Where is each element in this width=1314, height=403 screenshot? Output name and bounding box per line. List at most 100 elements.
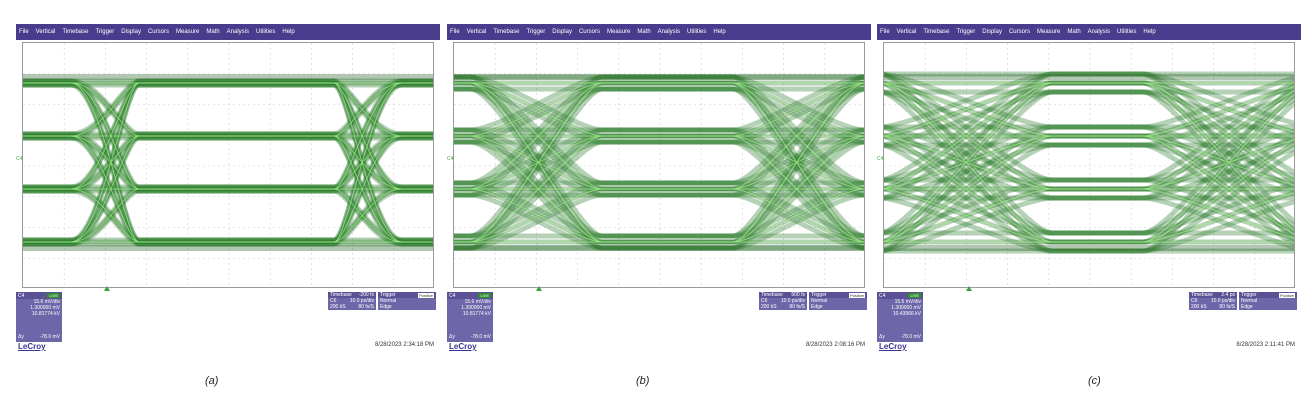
menu-item-help[interactable]: Help	[713, 29, 725, 35]
channel-axis-label: C4	[16, 156, 23, 162]
menu-item-file[interactable]: File	[19, 29, 29, 35]
sample-rate: 80 fs/S	[789, 304, 805, 310]
eye-traces	[454, 74, 864, 251]
eye-diagram	[884, 43, 1294, 287]
menu-item-vertical[interactable]: Vertical	[36, 29, 56, 35]
delta-y-label: Δy	[18, 334, 24, 340]
timebase-box[interactable]: Timebase 2.4 ps C6 10.0 ps/div 200 kS 80 fs/S	[1189, 292, 1237, 310]
menu-item-utilities[interactable]: Utilities	[1117, 29, 1136, 35]
delta-y-label: Δy	[879, 334, 885, 340]
menu-item-timebase[interactable]: Timebase	[493, 29, 519, 35]
sample-rate: 80 fs/S	[1219, 304, 1235, 310]
menu-bar: File Vertical Timebase Trigger Display Cursor…	[447, 24, 871, 40]
delta-y-label: Δy	[449, 334, 455, 340]
menu-item-measure[interactable]: Measure	[176, 29, 199, 35]
trigger-box[interactable]: Trigger Positive Normal Edge	[378, 292, 436, 310]
trigger-type: Edge	[1241, 304, 1253, 310]
menu-item-help[interactable]: Help	[1143, 29, 1155, 35]
delta-y-readout: Δy -78.0 mV	[449, 334, 491, 340]
trigger-slope-badge: Positive	[848, 292, 865, 298]
channel-info-box[interactable]: C4 LIVE 15.6 mV/div 1.300000 mV 10.81774 kV Δ…	[16, 292, 62, 342]
channel-value: 10.81774 kV	[462, 311, 491, 317]
menu-item-file[interactable]: File	[880, 29, 890, 35]
scope-screen-2: File Vertical Timebase Trigger Display Cursor…	[447, 24, 871, 354]
noise-band-bottom	[23, 245, 433, 251]
channel-value: 10.81774 kV	[31, 311, 60, 317]
menu-item-timebase[interactable]: Timebase	[923, 29, 949, 35]
menu-item-display[interactable]: Display	[982, 29, 1002, 35]
menu-item-cursors[interactable]: Cursors	[148, 29, 169, 35]
sample-count: 200 kS	[761, 304, 777, 310]
eye-traces	[23, 78, 433, 247]
noise-band-top	[23, 74, 433, 80]
waveform-display[interactable]	[453, 42, 865, 288]
trigger-box[interactable]: Trigger Positive Normal Edge	[1239, 292, 1297, 310]
sample-count: 200 kS	[1191, 304, 1207, 310]
channel-value: 10.43966 kV	[892, 311, 921, 317]
menu-item-cursors[interactable]: Cursors	[579, 29, 600, 35]
delta-y-readout: Δy -78.0 mV	[879, 334, 921, 340]
timestamp: 8/28/2023 2:34:18 PM	[374, 342, 434, 348]
timebase-box[interactable]: Timebase 500 fs C6 10.0 ps/div 200 kS 80 fs/S	[759, 292, 807, 310]
trigger-slope-badge: Positive	[1278, 292, 1295, 298]
figure-caption: (c)	[1088, 375, 1101, 387]
trigger-type: Edge	[811, 304, 823, 310]
channel-name: C4	[18, 292, 25, 299]
menu-item-math[interactable]: Math	[206, 29, 219, 35]
waveform-display[interactable]	[883, 42, 1295, 288]
menu-item-trigger[interactable]: Trigger	[956, 29, 975, 35]
menu-item-timebase[interactable]: Timebase	[62, 29, 88, 35]
menu-item-help[interactable]: Help	[282, 29, 294, 35]
trigger-position-marker[interactable]	[104, 286, 110, 291]
channel-name: C4	[449, 292, 456, 299]
menu-item-trigger[interactable]: Trigger	[95, 29, 114, 35]
channel-status-badge: LIVE	[908, 293, 921, 298]
menu-bar: File Vertical Timebase Trigger Display Cursor…	[877, 24, 1301, 40]
sample-count: 200 kS	[330, 304, 346, 310]
timestamp: 8/28/2023 2:11:41 PM	[1236, 342, 1295, 348]
waveform-display[interactable]	[22, 42, 434, 288]
menu-item-display[interactable]: Display	[121, 29, 141, 35]
trigger-type: Edge	[380, 304, 392, 310]
menu-item-measure[interactable]: Measure	[607, 29, 630, 35]
lecroy-logo: LeCroy	[879, 342, 907, 351]
channel-info-box[interactable]: C4 LIVE 15.6 mV/div 1.300000 mV 10.81774 kV Δ…	[447, 292, 493, 342]
menu-item-utilities[interactable]: Utilities	[687, 29, 706, 35]
delta-y-value: -78.0 mV	[900, 334, 921, 340]
menu-item-vertical[interactable]: Vertical	[897, 29, 917, 35]
trigger-box[interactable]: Trigger Positive Normal Edge	[809, 292, 867, 310]
menu-item-analysis[interactable]: Analysis	[1088, 29, 1110, 35]
sample-rate: 80 fs/S	[358, 304, 374, 310]
channel-status-badge: LIVE	[478, 293, 491, 298]
lecroy-logo: LeCroy	[18, 342, 46, 351]
eye-traces	[884, 71, 1294, 254]
menu-item-display[interactable]: Display	[552, 29, 572, 35]
noise-band-top	[454, 74, 864, 80]
menu-item-math[interactable]: Math	[1067, 29, 1080, 35]
trigger-position-marker[interactable]	[536, 286, 542, 291]
eye-diagram	[23, 43, 433, 287]
menu-item-measure[interactable]: Measure	[1037, 29, 1060, 35]
timebase-box[interactable]: Timebase -200 fs C6 10.0 ps/div 200 kS 80 fs/…	[328, 292, 376, 310]
menu-item-vertical[interactable]: Vertical	[467, 29, 487, 35]
trigger-position-marker[interactable]	[966, 286, 972, 291]
channel-status-badge: LIVE	[47, 293, 60, 298]
menu-item-analysis[interactable]: Analysis	[658, 29, 680, 35]
scope-screen-1: File Vertical Timebase Trigger Display Cursor…	[16, 24, 440, 354]
figure-caption: (b)	[636, 375, 650, 387]
menu-bar: File Vertical Timebase Trigger Display Cursor…	[16, 24, 440, 40]
channel-info-box[interactable]: C4 LIVE 15.6 mV/div 1.300000 mV 10.43966 kV Δ…	[877, 292, 923, 342]
menu-item-math[interactable]: Math	[637, 29, 650, 35]
delta-y-value: -78.0 mV	[470, 334, 491, 340]
figure-caption: (a)	[205, 375, 219, 387]
noise-band-bottom	[454, 245, 864, 251]
menu-item-file[interactable]: File	[450, 29, 460, 35]
menu-item-utilities[interactable]: Utilities	[256, 29, 275, 35]
noise-band-bottom	[884, 245, 1294, 251]
menu-item-analysis[interactable]: Analysis	[227, 29, 249, 35]
menu-item-trigger[interactable]: Trigger	[526, 29, 545, 35]
channel-name: C4	[879, 292, 886, 299]
trigger-slope-badge: Positive	[417, 292, 434, 298]
menu-item-cursors[interactable]: Cursors	[1009, 29, 1030, 35]
channel-axis-label: C4	[447, 156, 454, 162]
